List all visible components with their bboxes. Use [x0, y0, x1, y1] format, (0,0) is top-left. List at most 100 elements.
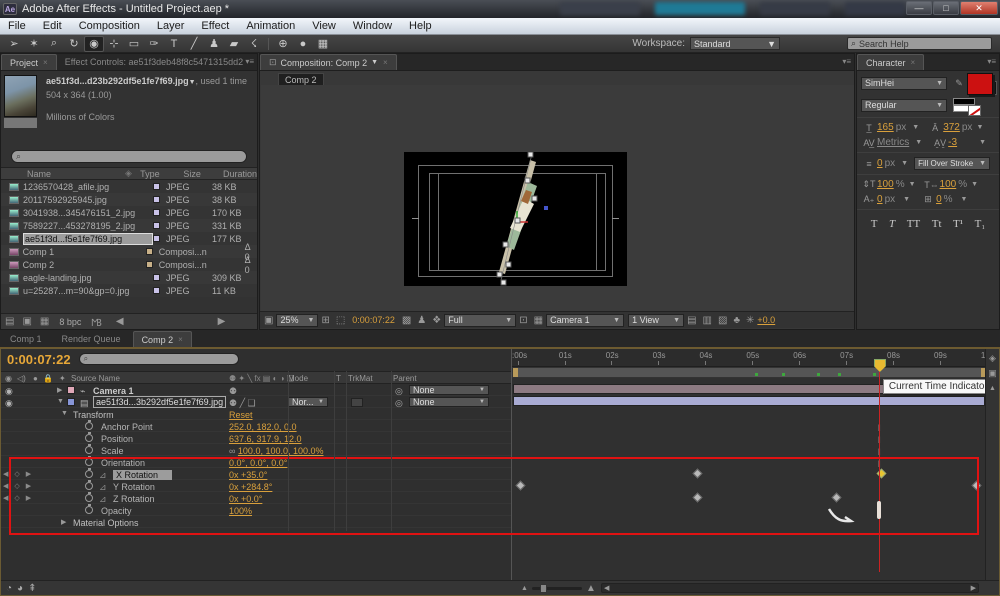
tab-effect-controls[interactable]: Effect Controls: ae51f3deb48f8c5471315dd… [57, 54, 251, 70]
leading-value[interactable]: 372 [943, 122, 960, 133]
label-column-icon[interactable]: ✦ [59, 374, 66, 383]
tab-composition[interactable]: ⊡ Composition: Comp 2 ▼ × [260, 54, 397, 70]
layer-row[interactable]: ◉▶⌁Camera 1⚉◎None▼ [1, 384, 511, 396]
column-size[interactable]: Size [183, 169, 223, 179]
table-row[interactable]: 20117592925945.jpgJPEG38 KB [1, 193, 257, 206]
fill-color-swatch[interactable] [967, 73, 993, 95]
horizontal-scale-value[interactable]: 100 [940, 179, 957, 190]
eraser-tool-icon[interactable]: ▰ [224, 36, 244, 52]
layer-name[interactable]: Camera 1 [93, 386, 134, 396]
link-icon[interactable]: ∞ [229, 446, 238, 456]
menu-item-layer[interactable]: Layer [157, 20, 185, 32]
menu-item-composition[interactable]: Composition [79, 20, 140, 32]
layer-3d-sliver[interactable] [404, 152, 627, 286]
close-icon[interactable]: × [43, 58, 48, 67]
pen-tool-icon[interactable]: ✑ [144, 36, 164, 52]
add-keyframe-icon[interactable]: ◇ [14, 494, 19, 502]
value-text[interactable]: 0x +35.0° [229, 470, 267, 480]
layer-name[interactable]: ae51f3d...3b292df5e1fe7f69.jpg [93, 396, 226, 408]
scroll-left-icon[interactable]: ◀ [116, 316, 124, 327]
expand-in-out-icon[interactable]: ⇞ [28, 583, 36, 594]
maximize-button[interactable]: □ [933, 1, 959, 15]
resolution-dropdown[interactable]: Full▼ [444, 314, 516, 327]
stopwatch-icon[interactable] [85, 482, 93, 490]
item-name[interactable]: 20117592925945.jpg [23, 195, 153, 205]
snapshot-icon[interactable]: ▩ [402, 315, 411, 326]
selection-tool-icon[interactable]: ➢ [4, 36, 24, 52]
menu-item-animation[interactable]: Animation [246, 20, 295, 32]
prev-keyframe-icon[interactable]: ◀ [3, 494, 8, 502]
add-keyframe-icon[interactable]: ◇ [14, 482, 19, 490]
chevron-down-icon[interactable]: ▼ [189, 79, 196, 86]
channel-icon[interactable]: ❖ [432, 315, 441, 326]
zoom-in-mountain-icon[interactable]: ▲ [586, 583, 596, 594]
next-keyframe-icon[interactable]: ▶ [26, 494, 31, 502]
layer-color-chip[interactable] [67, 398, 75, 406]
timeline-zoom-slider[interactable]: ▲ ▲ [521, 583, 596, 594]
timeline-tab-comp-1[interactable]: Comp 1 [2, 331, 50, 347]
property-row-y-rotation[interactable]: ◀◇▶⊿Y Rotation0x +284.8° [1, 480, 511, 492]
property-value[interactable]: 252.0, 182.0, 0.0 [229, 422, 297, 432]
column-name[interactable]: Name [27, 169, 125, 179]
property-label[interactable]: Y Rotation [113, 482, 155, 492]
value-text[interactable]: 0x +0.0° [229, 494, 262, 504]
lock-icon[interactable]: 🔒 [43, 374, 53, 383]
table-row[interactable]: eagle-landing.jpgJPEG309 KB [1, 271, 257, 284]
expander-icon[interactable]: ▼ [57, 398, 64, 405]
property-label[interactable]: X Rotation [113, 470, 172, 480]
table-row[interactable]: u=25287...m=90&gp=0.jpgJPEG11 KB [1, 284, 257, 297]
new-folder-icon[interactable]: ▣ [22, 316, 31, 327]
parent-dropdown[interactable]: None▼ [409, 397, 489, 407]
expander-icon[interactable]: ▶ [61, 518, 66, 526]
magnification-dropdown[interactable]: 25%▼ [276, 314, 318, 327]
label-color-chip[interactable] [153, 222, 160, 229]
stopwatch-icon[interactable] [85, 422, 93, 430]
keyframe-navigator[interactable]: ◀ ◇ ▶ [3, 494, 31, 502]
property-value[interactable]: 0.0°, 0.0°, 0.0° [229, 458, 287, 468]
keyframe[interactable] [515, 481, 525, 491]
layer-color-chip[interactable] [67, 386, 75, 394]
baseline-shift-value[interactable]: 0 [877, 194, 883, 205]
panel-menu-icon[interactable]: ▾≡ [245, 57, 254, 66]
label-color-chip[interactable] [153, 235, 160, 242]
stopwatch-icon[interactable] [85, 434, 93, 442]
timeline-search-input[interactable]: ⌕ [79, 353, 239, 365]
menu-item-view[interactable]: View [312, 20, 336, 32]
work-area-start-handle[interactable] [513, 368, 518, 377]
group-label[interactable]: Transform [73, 410, 114, 420]
table-row[interactable]: ae51f3d...f5e1fe7f69.jpgJPEG177 KB [1, 232, 257, 245]
unified-camera-tool-icon[interactable]: ◉ [84, 36, 104, 52]
font-size-value[interactable]: 165 [877, 122, 894, 133]
pan-behind-tool-icon[interactable]: ⊹ [104, 36, 124, 52]
table-row[interactable]: Comp 1Composi...nΔ 0 [1, 245, 257, 258]
keyframe-navigator[interactable]: ◀◇▶ [3, 470, 31, 478]
item-name[interactable]: eagle-landing.jpg [23, 273, 153, 283]
lock-icon[interactable]: ⊡ [269, 57, 277, 68]
scroll-left-icon[interactable]: ◀ [604, 584, 609, 592]
faux-bold-button[interactable]: T [871, 218, 878, 230]
property-row-z-rotation[interactable]: ◀◇▶⊿Z Rotation0x +0.0° [1, 492, 511, 504]
menu-item-effect[interactable]: Effect [201, 20, 229, 32]
table-row[interactable]: 3041938...345476151_2.jpgJPEG170 KB [1, 206, 257, 219]
layer-bar-footage[interactable] [513, 396, 985, 406]
scroll-up-icon[interactable]: ▲ [986, 385, 999, 392]
prev-keyframe-icon[interactable]: ◀ [3, 470, 8, 478]
close-button[interactable]: ✕ [960, 1, 998, 15]
show-snapshot-icon[interactable]: ♟ [417, 315, 426, 326]
layer-row[interactable]: ◉▼▤ae51f3d...3b292df5e1fe7f69.jpg⚉ ╱ ❑No… [1, 396, 511, 408]
label-color-chip[interactable] [153, 209, 160, 216]
always-preview-icon[interactable]: ▣ [264, 315, 273, 326]
timeline-horizontal-scrollbar[interactable]: ◀ ▶ [601, 583, 979, 593]
menu-item-window[interactable]: Window [353, 20, 392, 32]
value-text[interactable]: Reset [229, 410, 253, 420]
view-axis-mode-icon[interactable]: ▦ [313, 36, 333, 52]
add-keyframe-icon[interactable]: ◇ [14, 470, 19, 478]
property-value[interactable]: 0x +35.0° [229, 470, 267, 480]
expand-transfer-controls-icon[interactable]: ◕ [17, 583, 23, 594]
item-name[interactable]: ae51f3d...f5e1fe7f69.jpg [23, 233, 153, 245]
interpret-footage-icon[interactable]: ▤ [5, 316, 14, 327]
prev-keyframe-icon[interactable]: ◀ [3, 482, 8, 490]
menu-item-file[interactable]: File [8, 20, 26, 32]
property-label[interactable]: Orientation [101, 458, 145, 468]
property-value[interactable]: 637.6, 317.9, 12.0 [229, 434, 302, 444]
